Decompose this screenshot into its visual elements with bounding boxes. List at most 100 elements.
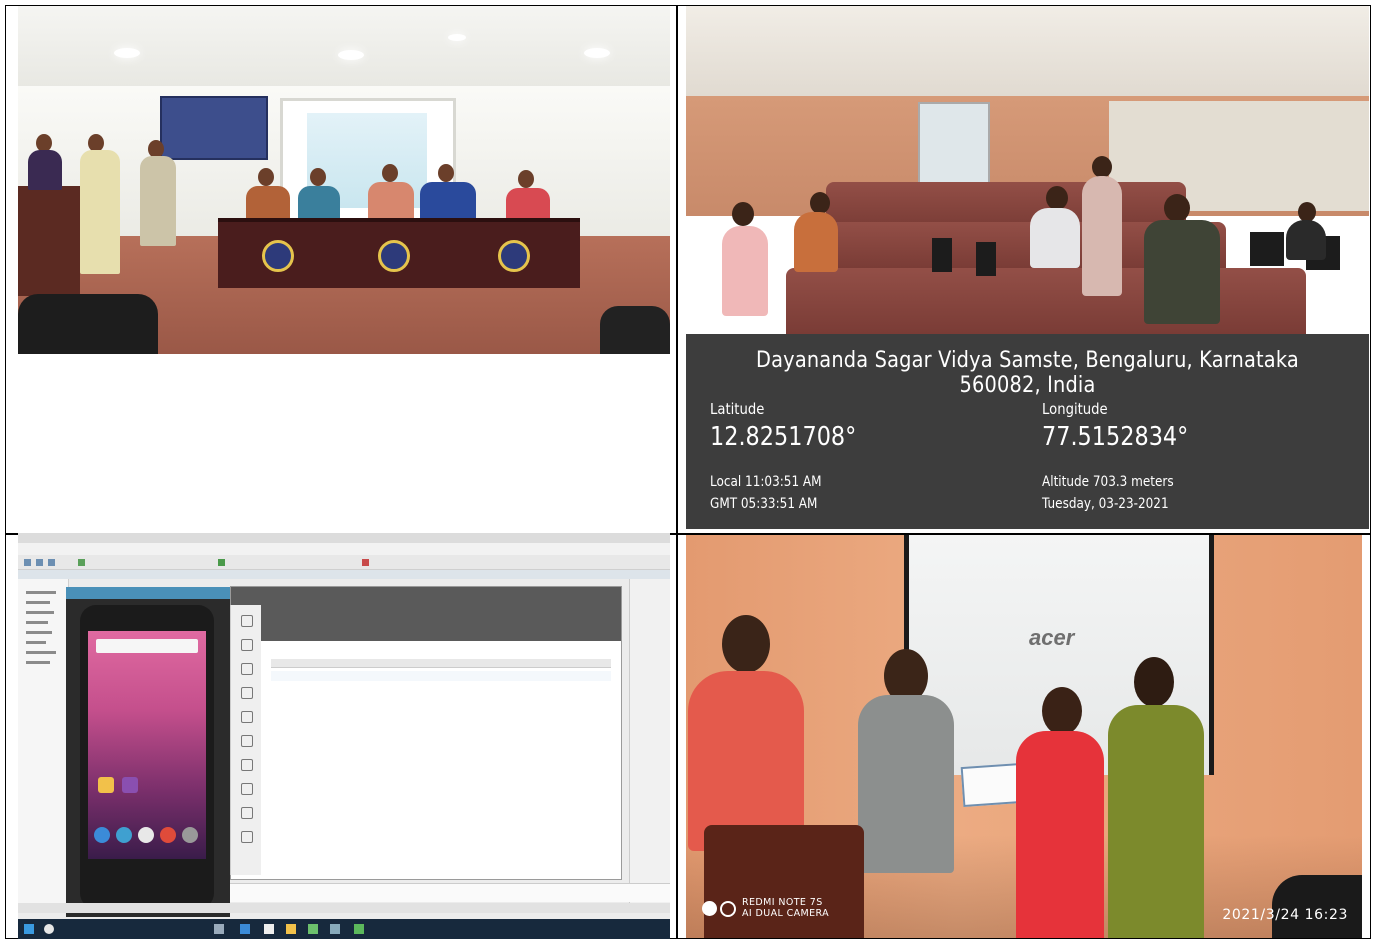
tree-item <box>26 621 48 624</box>
folder-icon <box>286 924 296 934</box>
rotate-icon <box>241 711 253 723</box>
student <box>1030 208 1080 268</box>
woman-in-green-saree <box>1108 705 1204 938</box>
student-head <box>810 192 830 214</box>
student <box>722 226 768 316</box>
foreground-chair <box>704 825 864 938</box>
student-head <box>732 202 754 226</box>
zoom-icon <box>241 759 253 771</box>
student <box>794 212 838 272</box>
camera-icon <box>182 827 198 843</box>
foreground-chair <box>600 306 670 354</box>
podium <box>18 186 80 296</box>
taskbar-app-icon <box>214 924 224 934</box>
taskbar-app-icon <box>240 924 250 934</box>
student-head <box>1298 202 1316 222</box>
seated-guest <box>420 182 476 220</box>
longitude-value: 77.5152834° <box>1042 422 1189 452</box>
emulator-control-strip <box>230 605 261 875</box>
avd-manager-dialog <box>230 586 622 880</box>
institution-emblem <box>378 240 410 272</box>
search-icon <box>44 924 54 934</box>
student-head <box>1164 194 1190 222</box>
photo-certificate-presentation: acer REDMI NOTE 7S AI DUAL CAMERA 2021/3… <box>686 535 1362 938</box>
tree-item <box>26 661 50 664</box>
geotag-date: Tuesday, 03-23-2021 <box>1042 496 1169 512</box>
tree-item <box>26 601 50 604</box>
guest-head <box>518 170 534 188</box>
taskbar-app-icon <box>264 924 274 934</box>
latitude-value: 12.8251708° <box>710 422 857 452</box>
geotag-overlay: Dayananda Sagar Vidya Samste, Bengaluru,… <box>686 334 1369 529</box>
camera-icon <box>241 735 253 747</box>
dais-table <box>334 218 456 288</box>
institution-emblem <box>262 240 294 272</box>
phone-home-screen <box>88 631 206 859</box>
seated-guest <box>246 186 290 220</box>
contacts-icon <box>116 827 132 843</box>
guest-head <box>310 168 326 186</box>
taskbar-app-icon <box>330 924 340 934</box>
ceiling-light <box>338 50 364 60</box>
toolbar-icon <box>36 559 43 566</box>
rotate-icon <box>241 687 253 699</box>
student <box>1286 220 1326 260</box>
ide-right-panel <box>629 579 670 909</box>
screenshot-android-studio <box>18 533 670 939</box>
student-head <box>1046 186 1068 210</box>
presenter-in-grey-shirt <box>858 695 954 873</box>
seated-guest <box>506 188 550 220</box>
standing-attendee <box>140 156 176 246</box>
google-search-bar <box>96 639 198 653</box>
toolbar-icon <box>78 559 85 566</box>
altitude: Altitude 703.3 meters <box>1042 474 1174 490</box>
ide-navigation-bar <box>18 570 670 579</box>
toolbar-icon <box>48 559 55 566</box>
project-tree-panel <box>18 579 69 909</box>
recipient-head <box>1042 687 1082 735</box>
ide-status-bar <box>18 903 670 913</box>
screen-brand-logo: acer <box>1029 625 1075 650</box>
camera-model: REDMI NOTE 7S <box>742 897 823 908</box>
tree-item <box>26 611 54 614</box>
man-head <box>722 615 770 673</box>
avd-table-header <box>271 659 611 668</box>
phone-icon <box>94 827 110 843</box>
recipient-in-red <box>1016 731 1104 938</box>
ide-toolbar <box>18 555 670 570</box>
student <box>1144 220 1220 324</box>
geotag-address: Dayananda Sagar Vidya Samste, Bengaluru,… <box>756 348 1299 398</box>
ceiling-light <box>114 48 140 58</box>
taskbar-app-icon <box>308 924 318 934</box>
windows-start-icon <box>24 924 34 934</box>
toolbar-icon <box>24 559 31 566</box>
guest-head <box>258 168 274 186</box>
windows-taskbar <box>18 919 670 939</box>
monitor <box>932 238 952 272</box>
certificate <box>960 762 1024 808</box>
camera-watermark: REDMI NOTE 7S AI DUAL CAMERA <box>742 897 829 919</box>
speaker <box>28 150 62 190</box>
tree-item <box>26 631 52 634</box>
app-icon <box>98 777 114 793</box>
run-icon <box>218 559 225 566</box>
avd-dialog-header <box>231 587 621 641</box>
avd-table-row <box>271 671 611 681</box>
emulator-window <box>66 587 230 917</box>
host-in-saree <box>80 150 120 274</box>
photo-timestamp: 2021/3/24 16:23 <box>1222 907 1348 923</box>
dais-table <box>218 218 338 288</box>
chrome-icon <box>160 827 176 843</box>
apps-icon <box>138 827 154 843</box>
camera-watermark-dot <box>702 901 717 916</box>
latitude-label: Latitude <box>710 400 765 418</box>
volume-up-icon <box>241 639 253 651</box>
gmt-time: GMT 05:33:51 AM <box>710 496 818 512</box>
seated-guest <box>368 182 414 220</box>
guest-head <box>438 164 454 182</box>
local-time: Local 11:03:51 AM <box>710 474 822 490</box>
longitude-label: Longitude <box>1042 400 1108 418</box>
tree-item <box>26 651 56 654</box>
emulator-title-bar <box>66 587 230 599</box>
android-studio-icon <box>354 924 364 934</box>
